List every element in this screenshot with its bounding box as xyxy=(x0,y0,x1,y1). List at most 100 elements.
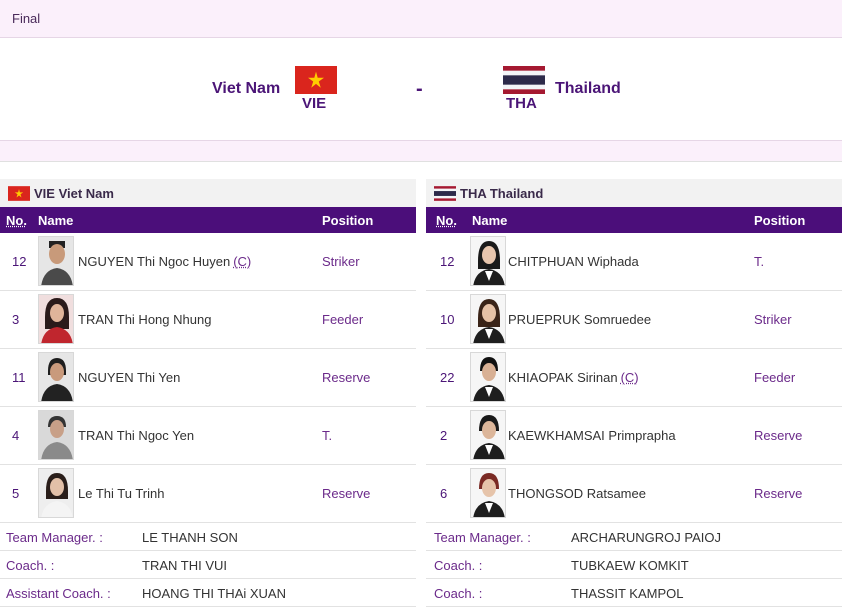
player-photo xyxy=(470,352,506,402)
player-silhouette-icon xyxy=(39,469,73,517)
player-row[interactable]: 12 CHITPHUAN Wiphada T. xyxy=(426,233,842,291)
player-name[interactable]: KHIAOPAK Sirinan (C) xyxy=(508,370,639,385)
away-team-title: THA Thailand xyxy=(426,179,842,207)
official-row: Team Manager. : LE THANH SON xyxy=(0,523,416,551)
player-row[interactable]: 3 TRAN Thi Hong Nhung Feeder xyxy=(0,291,416,349)
player-row[interactable]: 22 KHIAOPAK Sirinan (C) Feeder xyxy=(426,349,842,407)
player-name[interactable]: NGUYEN Thi Yen xyxy=(78,370,183,385)
home-team-panel: VIE Viet Nam No. Name Position 12 NGUYEN… xyxy=(0,179,416,607)
player-position: Striker xyxy=(322,254,360,269)
official-row: Coach. : TUBKAEW KOMKIT xyxy=(426,551,842,579)
roster-header: No. Name Position xyxy=(0,207,416,233)
column-position: Position xyxy=(754,213,806,228)
home-team-title: VIE Viet Nam xyxy=(0,179,416,207)
column-no[interactable]: No. xyxy=(436,213,457,228)
player-photo xyxy=(470,236,506,286)
player-silhouette-icon xyxy=(471,411,505,459)
official-role: Coach. : xyxy=(434,586,483,601)
official-role: Team Manager. : xyxy=(6,530,103,545)
player-photo xyxy=(38,468,74,518)
official-row: Coach. : THASSIT KAMPOL xyxy=(426,579,842,607)
player-number: 10 xyxy=(440,312,455,327)
score-separator: - xyxy=(416,78,423,100)
official-name: TUBKAEW KOMKIT xyxy=(571,558,689,573)
player-photo xyxy=(470,294,506,344)
player-number: 6 xyxy=(440,486,448,501)
column-position: Position xyxy=(322,213,374,228)
player-name[interactable]: NGUYEN Thi Ngoc Huyen (C) xyxy=(78,254,251,269)
player-photo xyxy=(470,468,506,518)
roster-header: No. Name Position xyxy=(426,207,842,233)
player-photo xyxy=(38,410,74,460)
player-position: Reserve xyxy=(754,486,803,501)
player-silhouette-icon xyxy=(471,295,505,343)
official-row: Team Manager. : ARCHARUNGROJ PAIOJ xyxy=(426,523,842,551)
stage-label: Final xyxy=(12,11,41,26)
player-photo xyxy=(470,410,506,460)
player-position: Feeder xyxy=(322,312,364,327)
home-team-title-text: VIE Viet Nam xyxy=(34,185,114,201)
match-header: Viet Nam VIE - THA Thailand xyxy=(0,38,842,140)
stage-bar: Final xyxy=(0,0,842,38)
player-silhouette-icon xyxy=(39,353,73,401)
player-photo xyxy=(38,352,74,402)
player-number: 3 xyxy=(12,312,20,327)
captain-badge[interactable]: (C) xyxy=(621,370,639,385)
player-position: Feeder xyxy=(754,370,796,385)
player-silhouette-icon xyxy=(39,295,73,343)
official-name: HOANG THI THAi XUAN xyxy=(142,586,286,601)
player-photo xyxy=(38,294,74,344)
player-number: 11 xyxy=(12,370,26,385)
player-number: 22 xyxy=(440,370,455,385)
player-silhouette-icon xyxy=(39,411,73,459)
player-number: 12 xyxy=(440,254,455,269)
away-team-title-text: THA Thailand xyxy=(460,185,544,201)
player-row[interactable]: 4 TRAN Thi Ngoc Yen T. xyxy=(0,407,416,465)
official-name: ARCHARUNGROJ PAIOJ xyxy=(571,530,721,545)
player-position: Reserve xyxy=(754,428,803,443)
official-role: Coach. : xyxy=(6,558,55,573)
player-silhouette-icon xyxy=(471,353,505,401)
player-silhouette-icon xyxy=(471,237,505,285)
player-row[interactable]: 6 THONGSOD Ratsamee Reserve xyxy=(426,465,842,523)
player-silhouette-icon xyxy=(39,237,73,285)
official-row: Coach. : TRAN THI VUI xyxy=(0,551,416,579)
player-name[interactable]: TRAN Thi Ngoc Yen xyxy=(78,428,197,443)
vietnam-flag-icon xyxy=(8,185,30,201)
player-name[interactable]: THONGSOD Ratsamee xyxy=(508,486,649,501)
player-name[interactable]: PRUEPRUK Somruedee xyxy=(508,312,654,327)
official-role: Assistant Coach. : xyxy=(6,586,111,601)
away-team-panel: THA Thailand No. Name Position 12 CHITPH… xyxy=(426,179,842,607)
official-row: Assistant Coach. : HOANG THI THAi XUAN xyxy=(0,579,416,607)
player-position: Striker xyxy=(754,312,792,327)
player-name[interactable]: TRAN Thi Hong Nhung xyxy=(78,312,214,327)
player-position: T. xyxy=(754,254,765,269)
player-name[interactable]: Le Thi Tu Trinh xyxy=(78,486,167,501)
column-name: Name xyxy=(472,213,508,228)
player-photo xyxy=(38,236,74,286)
away-team-name[interactable]: Thailand xyxy=(555,80,621,98)
player-name[interactable]: CHITPHUAN Wiphada xyxy=(508,254,642,269)
thailand-flag-icon xyxy=(434,185,456,201)
player-name[interactable]: KAEWKHAMSAI Primprapha xyxy=(508,428,679,443)
home-team-name[interactable]: Viet Nam xyxy=(212,80,280,98)
captain-badge[interactable]: (C) xyxy=(233,254,251,269)
player-position: Reserve xyxy=(322,370,371,385)
player-row[interactable]: 5 Le Thi Tu Trinh Reserve xyxy=(0,465,416,523)
official-name: LE THANH SON xyxy=(142,530,238,545)
player-row[interactable]: 10 PRUEPRUK Somruedee Striker xyxy=(426,291,842,349)
player-position: T. xyxy=(322,428,333,443)
column-no[interactable]: No. xyxy=(6,213,27,228)
player-position: Reserve xyxy=(322,486,371,501)
thailand-flag-icon xyxy=(503,66,545,94)
official-role: Team Manager. : xyxy=(434,530,531,545)
player-row[interactable]: 12 NGUYEN Thi Ngoc Huyen (C) Striker xyxy=(0,233,416,291)
player-row[interactable]: 2 KAEWKHAMSAI Primprapha Reserve xyxy=(426,407,842,465)
official-role: Coach. : xyxy=(434,558,483,573)
official-name: TRAN THI VUI xyxy=(142,558,227,573)
vietnam-flag-icon xyxy=(295,66,337,94)
home-team-code: VIE xyxy=(302,95,327,112)
player-row[interactable]: 11 NGUYEN Thi Yen Reserve xyxy=(0,349,416,407)
header-divider xyxy=(0,140,842,162)
player-silhouette-icon xyxy=(471,469,505,517)
